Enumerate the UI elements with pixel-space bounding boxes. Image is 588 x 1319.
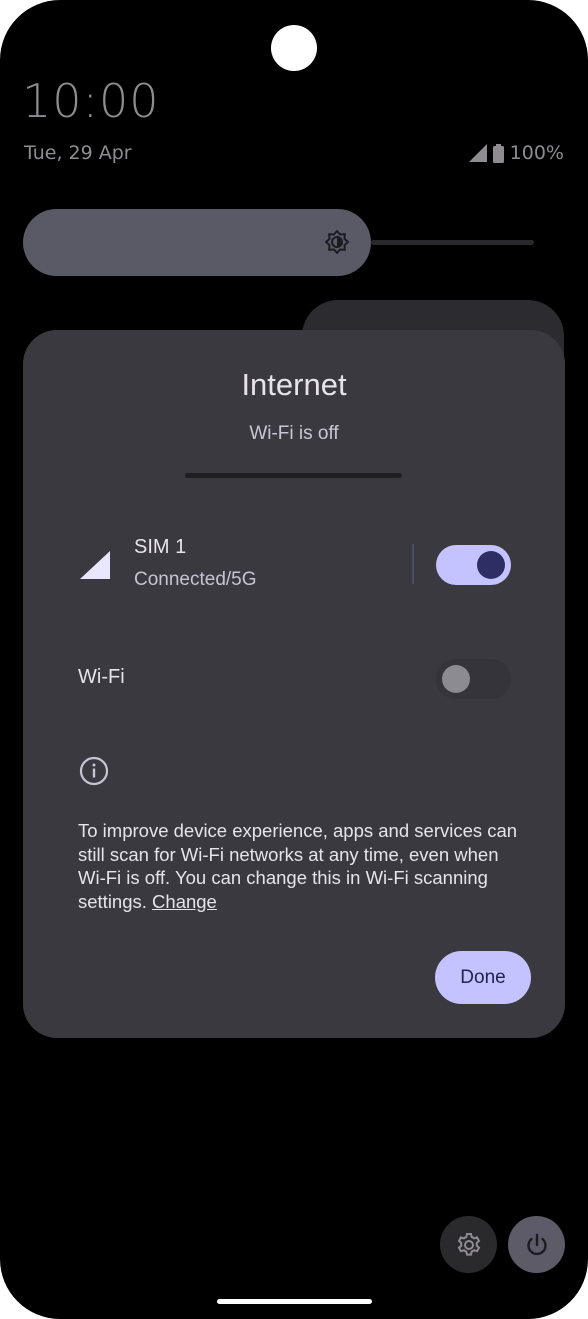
sim-name[interactable]: SIM 1 bbox=[134, 536, 186, 559]
settings-gear-icon bbox=[457, 1232, 480, 1256]
home-indicator[interactable] bbox=[217, 1299, 372, 1304]
done-button[interactable]: Done bbox=[435, 951, 531, 1004]
sim-status: Connected/5G bbox=[134, 569, 257, 590]
progress-bar bbox=[185, 473, 402, 478]
settings-button[interactable] bbox=[440, 1216, 497, 1273]
cellular-signal-icon bbox=[468, 144, 487, 162]
phone-screen: 10:00 Tue, 29 Apr 100% Internet Wi-Fi is… bbox=[0, 0, 588, 1319]
toggle-knob bbox=[442, 665, 470, 693]
date: Tue, 29 Apr bbox=[24, 142, 132, 164]
change-link[interactable]: Change bbox=[152, 891, 217, 912]
divider bbox=[412, 544, 414, 584]
brightness-slider-track[interactable] bbox=[371, 240, 534, 245]
wifi-toggle[interactable] bbox=[436, 659, 511, 699]
sim-signal-icon bbox=[80, 551, 110, 579]
power-icon bbox=[526, 1233, 547, 1255]
toggle-knob bbox=[477, 551, 505, 579]
wifi-scanning-info: To improve device experience, apps and s… bbox=[78, 819, 528, 913]
info-text-body: To improve device experience, apps and s… bbox=[78, 820, 518, 912]
dialog-title: Internet bbox=[241, 367, 347, 402]
clock: 10:00 bbox=[22, 74, 160, 128]
dialog-subtitle: Wi-Fi is off bbox=[249, 423, 339, 444]
battery-percentage: 100% bbox=[509, 142, 564, 164]
brightness-icon bbox=[324, 229, 350, 255]
status-icons: 100% bbox=[468, 142, 564, 164]
sim-toggle[interactable] bbox=[436, 545, 511, 585]
power-button[interactable] bbox=[508, 1216, 565, 1273]
info-icon bbox=[79, 756, 109, 786]
wifi-label: Wi-Fi bbox=[78, 666, 125, 688]
front-camera bbox=[271, 25, 317, 71]
brightness-slider[interactable] bbox=[23, 209, 371, 276]
battery-icon bbox=[492, 143, 504, 163]
